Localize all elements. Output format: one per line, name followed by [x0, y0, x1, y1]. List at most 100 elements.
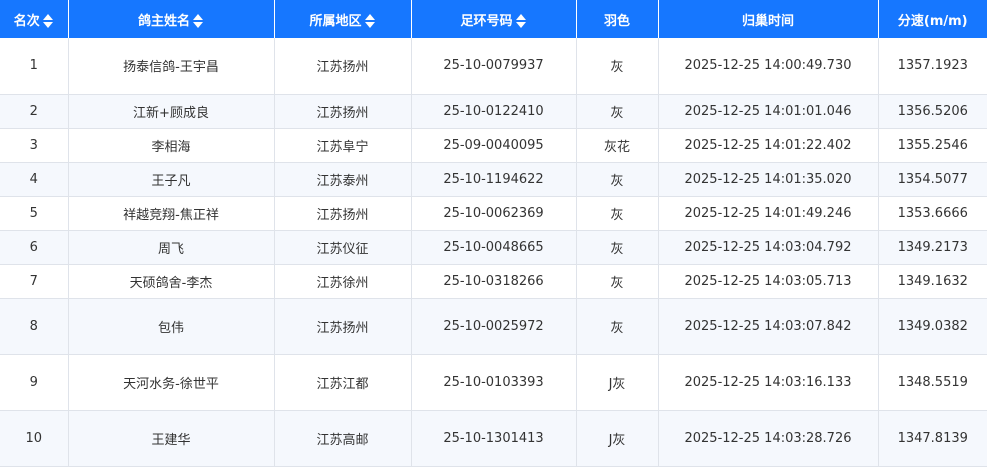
cell-region: 江苏仪征	[274, 230, 412, 265]
header-ring-label: 足环号码	[460, 13, 513, 29]
cell-ring: 25-10-1194622	[411, 162, 577, 197]
table-row: 1 扬泰信鸽-王宇昌 江苏扬州 25-10-0079937 灰 2025-12-…	[0, 38, 987, 95]
cell-time: 2025-12-25 14:03:07.842	[658, 298, 879, 355]
cell-color: 灰	[576, 264, 659, 299]
cell-ring: 25-10-0079937	[411, 38, 577, 95]
cell-region: 江苏扬州	[274, 196, 412, 231]
table-row: 9 天河水务-徐世平 江苏江都 25-10-0103393 J灰 2025-12…	[0, 354, 987, 411]
cell-time: 2025-12-25 14:03:05.713	[658, 264, 879, 299]
cell-speed: 1349.1632	[878, 264, 987, 299]
cell-color: J灰	[576, 354, 659, 411]
cell-speed: 1357.1923	[878, 38, 987, 95]
cell-time: 2025-12-25 14:01:01.046	[658, 94, 879, 129]
sort-icon[interactable]	[364, 14, 376, 28]
header-speed-label: 分速(m/m)	[897, 13, 968, 29]
header-region[interactable]: 所属地区	[274, 0, 412, 38]
cell-rank: 3	[0, 128, 69, 163]
cell-owner: 王子凡	[68, 162, 275, 197]
header-time-label: 归巢时间	[741, 13, 794, 29]
cell-rank: 7	[0, 264, 69, 299]
cell-rank: 9	[0, 354, 69, 411]
table-row: 3 李相海 江苏阜宁 25-09-0040095 灰花 2025-12-25 1…	[0, 128, 987, 163]
cell-time: 2025-12-25 14:03:04.792	[658, 230, 879, 265]
cell-ring: 25-10-0062369	[411, 196, 577, 231]
cell-region: 江苏扬州	[274, 38, 412, 95]
cell-time: 2025-12-25 14:01:49.246	[658, 196, 879, 231]
table-row: 8 包伟 江苏扬州 25-10-0025972 灰 2025-12-25 14:…	[0, 298, 987, 355]
results-table: 名次 鸽主姓名 所属地区 足环号码 羽色 归巢时间 分速(m/m) 1 扬泰信鸽…	[0, 0, 987, 467]
cell-ring: 25-10-0103393	[411, 354, 577, 411]
cell-rank: 4	[0, 162, 69, 197]
cell-color: 灰	[576, 162, 659, 197]
cell-color: 灰	[576, 298, 659, 355]
cell-owner: 江新+顾成良	[68, 94, 275, 129]
table-row: 6 周飞 江苏仪征 25-10-0048665 灰 2025-12-25 14:…	[0, 230, 987, 265]
cell-owner: 天硕鸽舍-李杰	[68, 264, 275, 299]
header-rank[interactable]: 名次	[0, 0, 69, 38]
cell-color: 灰	[576, 230, 659, 265]
cell-owner: 扬泰信鸽-王宇昌	[68, 38, 275, 95]
cell-time: 2025-12-25 14:01:35.020	[658, 162, 879, 197]
cell-rank: 5	[0, 196, 69, 231]
cell-speed: 1356.5206	[878, 94, 987, 129]
header-rank-label: 名次	[13, 13, 40, 29]
table-row: 10 王建华 江苏高邮 25-10-1301413 J灰 2025-12-25 …	[0, 410, 987, 467]
cell-rank: 1	[0, 38, 69, 95]
header-region-label: 所属地区	[309, 13, 362, 29]
cell-ring: 25-10-0025972	[411, 298, 577, 355]
sort-icon[interactable]	[515, 14, 527, 28]
cell-region: 江苏泰州	[274, 162, 412, 197]
table-body: 1 扬泰信鸽-王宇昌 江苏扬州 25-10-0079937 灰 2025-12-…	[0, 38, 987, 467]
cell-color: 灰花	[576, 128, 659, 163]
cell-rank: 2	[0, 94, 69, 129]
cell-ring: 25-10-0318266	[411, 264, 577, 299]
cell-region: 江苏扬州	[274, 298, 412, 355]
table-row: 5 祥越竞翔-焦正祥 江苏扬州 25-10-0062369 灰 2025-12-…	[0, 196, 987, 231]
table-row: 7 天硕鸽舍-李杰 江苏徐州 25-10-0318266 灰 2025-12-2…	[0, 264, 987, 299]
cell-rank: 8	[0, 298, 69, 355]
cell-owner: 包伟	[68, 298, 275, 355]
cell-speed: 1347.8139	[878, 410, 987, 467]
cell-region: 江苏徐州	[274, 264, 412, 299]
cell-region: 江苏阜宁	[274, 128, 412, 163]
cell-time: 2025-12-25 14:01:22.402	[658, 128, 879, 163]
cell-region: 江苏扬州	[274, 94, 412, 129]
header-row: 名次 鸽主姓名 所属地区 足环号码 羽色 归巢时间 分速(m/m)	[0, 0, 987, 38]
cell-owner: 王建华	[68, 410, 275, 467]
header-owner-label: 鸽主姓名	[137, 13, 190, 29]
cell-color: 灰	[576, 94, 659, 129]
cell-speed: 1349.2173	[878, 230, 987, 265]
cell-owner: 周飞	[68, 230, 275, 265]
header-color-label: 羽色	[603, 13, 630, 29]
cell-ring: 25-10-0048665	[411, 230, 577, 265]
cell-color: J灰	[576, 410, 659, 467]
cell-speed: 1355.2546	[878, 128, 987, 163]
sort-icon[interactable]	[42, 14, 54, 28]
cell-color: 灰	[576, 38, 659, 95]
header-time: 归巢时间	[658, 0, 879, 38]
table-header: 名次 鸽主姓名 所属地区 足环号码 羽色 归巢时间 分速(m/m)	[0, 0, 987, 38]
table-row: 2 江新+顾成良 江苏扬州 25-10-0122410 灰 2025-12-25…	[0, 94, 987, 129]
cell-region: 江苏高邮	[274, 410, 412, 467]
cell-speed: 1354.5077	[878, 162, 987, 197]
sort-icon[interactable]	[193, 14, 204, 28]
cell-region: 江苏江都	[274, 354, 412, 411]
cell-color: 灰	[576, 196, 659, 231]
cell-ring: 25-10-0122410	[411, 94, 577, 129]
cell-rank: 6	[0, 230, 69, 265]
cell-owner: 天河水务-徐世平	[68, 354, 275, 411]
cell-speed: 1353.6666	[878, 196, 987, 231]
cell-time: 2025-12-25 14:03:16.133	[658, 354, 879, 411]
table-row: 4 王子凡 江苏泰州 25-10-1194622 灰 2025-12-25 14…	[0, 162, 987, 197]
cell-speed: 1348.5519	[878, 354, 987, 411]
cell-speed: 1349.0382	[878, 298, 987, 355]
header-speed: 分速(m/m)	[878, 0, 987, 38]
cell-rank: 10	[0, 410, 69, 467]
cell-time: 2025-12-25 14:03:28.726	[658, 410, 879, 467]
header-color: 羽色	[576, 0, 659, 38]
cell-owner: 李相海	[68, 128, 275, 163]
cell-ring: 25-09-0040095	[411, 128, 577, 163]
header-ring[interactable]: 足环号码	[411, 0, 577, 38]
header-owner[interactable]: 鸽主姓名	[68, 0, 275, 38]
cell-owner: 祥越竞翔-焦正祥	[68, 196, 275, 231]
